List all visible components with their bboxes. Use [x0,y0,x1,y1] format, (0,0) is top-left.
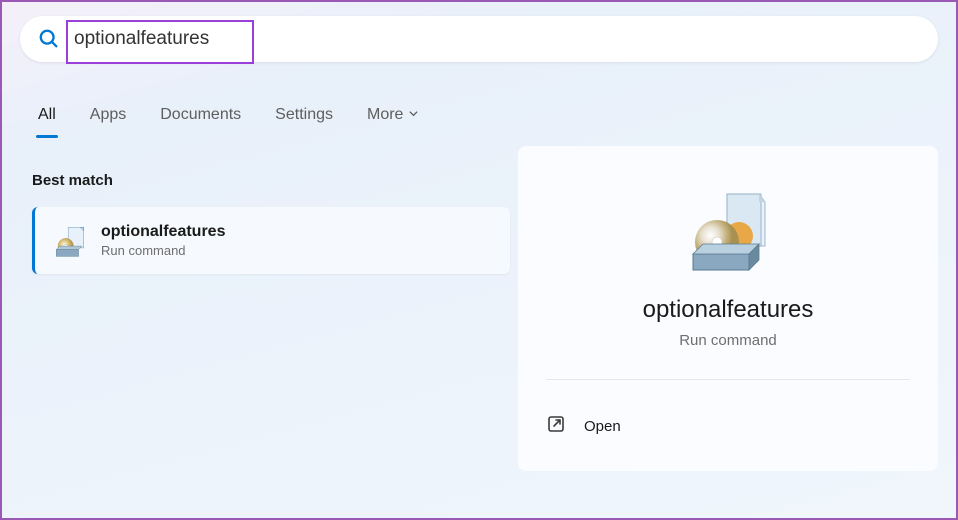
search-input[interactable] [74,28,920,50]
filter-tabs: All Apps Documents Settings More [20,106,938,138]
tab-documents[interactable]: Documents [160,106,241,138]
open-label: Open [584,418,621,435]
detail-panel: optionalfeatures Run command Open [518,146,938,471]
detail-title: optionalfeatures [546,296,910,324]
result-title: optionalfeatures [101,223,492,241]
result-subtitle: Run command [101,243,492,258]
tab-apps[interactable]: Apps [90,106,126,138]
tab-more[interactable]: More [367,106,419,138]
section-title-best-match: Best match [32,172,510,189]
detail-subtitle: Run command [546,332,910,380]
open-icon [546,414,566,439]
tab-settings[interactable]: Settings [275,106,333,138]
run-command-icon [53,224,87,258]
run-command-icon-large [683,186,773,276]
chevron-down-icon [408,106,419,124]
tab-all[interactable]: All [38,106,56,138]
search-bar[interactable] [20,16,938,62]
search-result-item[interactable]: optionalfeatures Run command [32,207,510,274]
search-icon [38,28,60,50]
tab-more-label: More [367,106,403,124]
open-action[interactable]: Open [546,406,910,447]
